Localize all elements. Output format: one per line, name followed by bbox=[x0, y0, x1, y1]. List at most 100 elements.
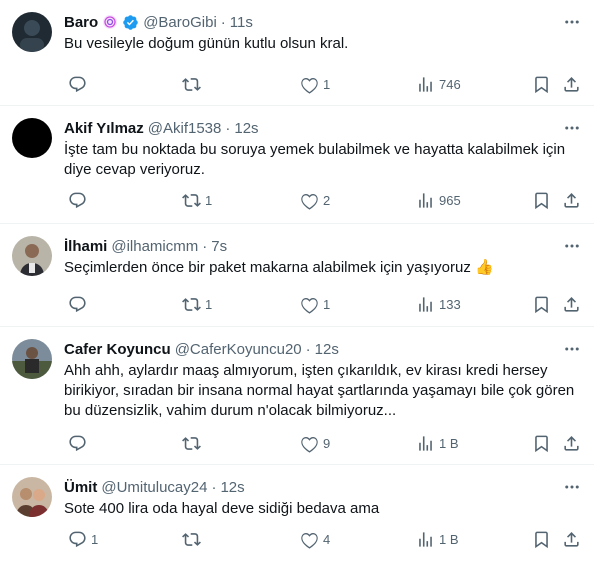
share-icon bbox=[562, 191, 581, 210]
views-count: 1 B bbox=[439, 531, 459, 547]
like-button[interactable]: 2 bbox=[296, 191, 330, 210]
reply-button[interactable] bbox=[64, 191, 91, 210]
reply-count: 1 bbox=[91, 531, 99, 547]
bookmark-icon bbox=[532, 191, 551, 210]
timestamp[interactable]: 12s bbox=[220, 479, 244, 496]
reply-button[interactable] bbox=[64, 75, 91, 94]
author-name[interactable]: Cafer Koyuncu bbox=[64, 341, 171, 358]
tweet-text: Seçimlerden önce bir paket makarna alabi… bbox=[64, 259, 494, 276]
views-chart-icon bbox=[416, 530, 435, 549]
bookmark-icon bbox=[532, 530, 551, 549]
share-icon bbox=[562, 530, 581, 549]
reply-button[interactable] bbox=[64, 295, 91, 314]
heart-icon bbox=[300, 295, 319, 314]
share-button[interactable] bbox=[558, 530, 581, 549]
more-options-icon[interactable] bbox=[562, 118, 582, 138]
bookmark-icon bbox=[532, 75, 551, 94]
separator-dot: · bbox=[305, 340, 311, 358]
reply-button[interactable] bbox=[64, 434, 91, 453]
like-button[interactable]: 1 bbox=[296, 75, 330, 94]
bookmark-button[interactable] bbox=[528, 75, 551, 94]
avatar[interactable] bbox=[12, 236, 52, 276]
bookmark-icon bbox=[532, 434, 551, 453]
timestamp[interactable]: 11s bbox=[230, 14, 253, 31]
tweet[interactable]: Cafer Koyuncu @CaferKoyuncu20 · 12s Ahh … bbox=[0, 327, 594, 465]
reply-button[interactable]: 1 bbox=[64, 530, 98, 549]
author-name[interactable]: Ümit bbox=[64, 479, 97, 496]
share-button[interactable] bbox=[558, 295, 581, 314]
tweet[interactable]: Baro @BaroGibi · 11s Bu vesileyle doğum … bbox=[0, 0, 594, 106]
separator-dot: · bbox=[202, 237, 208, 255]
avatar[interactable] bbox=[12, 118, 52, 158]
tweet[interactable]: Akif Yılmaz @Akif1538 · 12s İşte tam bu … bbox=[0, 106, 594, 224]
action-bar: 1 4 1 B bbox=[0, 529, 594, 549]
author-name[interactable]: İlhami bbox=[64, 238, 107, 255]
like-button[interactable]: 9 bbox=[296, 434, 330, 453]
more-options-icon[interactable] bbox=[562, 477, 582, 497]
share-button[interactable] bbox=[558, 191, 581, 210]
bookmark-button[interactable] bbox=[528, 191, 551, 210]
timestamp[interactable]: 7s bbox=[211, 238, 227, 255]
retweet-button[interactable] bbox=[178, 530, 205, 549]
reply-icon bbox=[68, 191, 87, 210]
author-handle[interactable]: @Akif1538 bbox=[148, 120, 222, 137]
separator-dot: · bbox=[220, 13, 226, 31]
timestamp[interactable]: 12s bbox=[234, 120, 258, 137]
views-button[interactable]: 965 bbox=[412, 191, 461, 210]
views-count: 133 bbox=[439, 296, 461, 312]
author-handle[interactable]: @Umitulucay24 bbox=[101, 479, 207, 496]
avatar[interactable] bbox=[12, 339, 52, 379]
author-name[interactable]: Akif Yılmaz bbox=[64, 120, 144, 137]
views-button[interactable]: 133 bbox=[412, 295, 461, 314]
author-handle[interactable]: @ilhamicmm bbox=[111, 238, 198, 255]
separator-dot: · bbox=[225, 119, 231, 137]
tweet-text: Bu vesileyle doğum günün kutlu olsun kra… bbox=[64, 35, 349, 52]
retweet-icon bbox=[182, 295, 201, 314]
action-bar: 1 2 965 bbox=[0, 190, 594, 210]
tweet-header: Baro @BaroGibi · 11s bbox=[64, 12, 582, 32]
retweet-button[interactable]: 1 bbox=[178, 295, 212, 314]
tweet-header: Akif Yılmaz @Akif1538 · 12s bbox=[64, 118, 582, 138]
bookmark-button[interactable] bbox=[528, 530, 551, 549]
like-button[interactable]: 4 bbox=[296, 530, 330, 549]
retweet-count: 1 bbox=[205, 296, 213, 312]
bookmark-button[interactable] bbox=[528, 434, 551, 453]
share-icon bbox=[562, 434, 581, 453]
share-button[interactable] bbox=[558, 434, 581, 453]
views-button[interactable]: 1 B bbox=[412, 434, 459, 453]
more-options-icon[interactable] bbox=[562, 236, 582, 256]
retweet-button[interactable] bbox=[178, 75, 205, 94]
author-handle[interactable]: @BaroGibi bbox=[143, 14, 217, 31]
share-icon bbox=[562, 75, 581, 94]
tweet[interactable]: İlhami @ilhamicmm · 7s Seçimlerden önce … bbox=[0, 224, 594, 327]
reply-icon bbox=[68, 530, 87, 549]
tweet[interactable]: Ümit @Umitulucay24 · 12s Sote 400 lira o… bbox=[0, 465, 594, 561]
timestamp[interactable]: 12s bbox=[315, 341, 339, 358]
views-chart-icon bbox=[416, 295, 435, 314]
like-count: 1 bbox=[323, 76, 331, 92]
more-options-icon[interactable] bbox=[562, 12, 582, 32]
avatar[interactable] bbox=[12, 477, 52, 517]
views-count: 746 bbox=[439, 76, 461, 92]
author-name[interactable]: Baro bbox=[64, 14, 98, 31]
views-count: 965 bbox=[439, 192, 461, 208]
retweet-button[interactable] bbox=[178, 434, 205, 453]
bookmark-button[interactable] bbox=[528, 295, 551, 314]
views-count: 1 B bbox=[439, 435, 459, 451]
views-chart-icon bbox=[416, 75, 435, 94]
tweet-header: İlhami @ilhamicmm · 7s bbox=[64, 236, 582, 256]
views-button[interactable]: 1 B bbox=[412, 530, 459, 549]
author-handle[interactable]: @CaferKoyuncu20 bbox=[175, 341, 302, 358]
like-count: 9 bbox=[323, 435, 331, 451]
avatar[interactable] bbox=[12, 12, 52, 52]
verified-badge-icon bbox=[122, 14, 139, 31]
retweet-button[interactable]: 1 bbox=[178, 191, 212, 210]
more-options-icon[interactable] bbox=[562, 339, 582, 359]
retweet-icon bbox=[182, 530, 201, 549]
like-button[interactable]: 1 bbox=[296, 295, 330, 314]
views-button[interactable]: 746 bbox=[412, 75, 461, 94]
heart-icon bbox=[300, 75, 319, 94]
action-bar: 1 746 bbox=[0, 74, 594, 94]
share-icon bbox=[562, 295, 581, 314]
share-button[interactable] bbox=[558, 75, 581, 94]
